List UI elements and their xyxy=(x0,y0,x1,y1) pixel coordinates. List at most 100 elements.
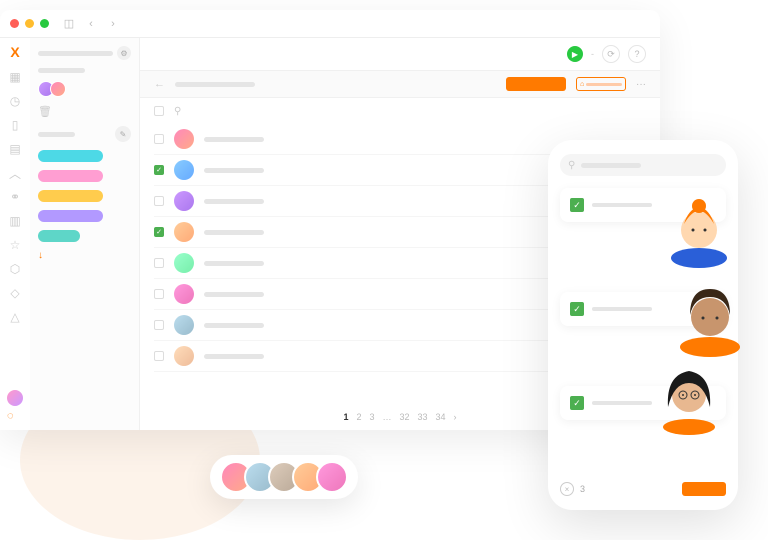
star-icon[interactable]: ☆ xyxy=(8,238,22,252)
close-icon[interactable] xyxy=(10,19,19,28)
grid-icon[interactable]: ▦ xyxy=(8,70,22,84)
avatar[interactable] xyxy=(316,461,348,493)
avatar xyxy=(174,222,194,242)
page-number[interactable]: 2 xyxy=(356,412,361,422)
checkbox[interactable] xyxy=(154,351,164,361)
chevron-up-icon[interactable]: ︿ xyxy=(8,166,22,180)
topbar: ▶ - ⟳ ? xyxy=(140,38,660,70)
person-illustration xyxy=(672,275,748,357)
avatar[interactable] xyxy=(7,390,23,406)
placeholder-text xyxy=(204,323,264,328)
person-illustration xyxy=(664,190,734,268)
avatar xyxy=(174,284,194,304)
report-icon[interactable]: ▥ xyxy=(8,214,22,228)
tag-pink[interactable] xyxy=(38,170,103,182)
placeholder-text xyxy=(38,132,75,137)
clipboard-icon[interactable]: ▯ xyxy=(8,118,22,132)
help-icon[interactable]: ? xyxy=(628,45,646,63)
pencil-icon[interactable]: ✎ xyxy=(115,126,131,142)
placeholder-text xyxy=(592,203,652,207)
lock-icon: ⌂ xyxy=(580,81,584,88)
tag-yellow[interactable] xyxy=(38,190,103,202)
add-icon[interactable]: ↓ xyxy=(38,250,131,261)
phone-search[interactable]: ⚲ xyxy=(560,154,726,176)
trash-icon[interactable]: 🗑 xyxy=(38,105,131,118)
minimize-icon[interactable] xyxy=(25,19,34,28)
avatar xyxy=(174,160,194,180)
dash-icon: - xyxy=(591,49,594,59)
play-button[interactable]: ▶ xyxy=(567,46,583,62)
rail-bottom: ◌ xyxy=(7,390,23,422)
checkbox[interactable]: ✓ xyxy=(154,165,164,175)
nav-header: ⚙ xyxy=(38,46,131,60)
avatar-bar[interactable] xyxy=(210,455,358,499)
tag-purple[interactable] xyxy=(38,210,103,222)
checkbox[interactable] xyxy=(154,320,164,330)
users-icon[interactable]: ⚭ xyxy=(8,190,22,204)
checkbox[interactable]: ✓ xyxy=(570,198,584,212)
placeholder-text xyxy=(204,199,264,204)
search-icon: ⚲ xyxy=(568,160,575,171)
forward-icon[interactable]: › xyxy=(105,16,121,32)
gear-icon[interactable]: ⚙ xyxy=(117,46,131,60)
checkbox[interactable]: ✓ xyxy=(570,302,584,316)
back-icon[interactable]: ‹ xyxy=(83,16,99,32)
page-number[interactable]: 34 xyxy=(436,412,446,422)
placeholder-text xyxy=(204,354,264,359)
selection-count: 3 xyxy=(580,484,585,494)
page-number[interactable]: … xyxy=(383,412,392,422)
nav-column: ⚙ 🗑 ✎ ↓ xyxy=(30,38,140,430)
placeholder-text xyxy=(592,401,652,405)
app-logo[interactable]: X xyxy=(10,44,19,60)
clock-icon[interactable]: ◷ xyxy=(8,94,22,108)
icon-rail: X ▦ ◷ ▯ ▤ ︿ ⚭ ▥ ☆ ⬡ ◇ △ ◌ xyxy=(0,38,30,430)
person-illustration xyxy=(654,355,724,435)
back-icon[interactable]: ← xyxy=(154,78,165,90)
shape-icon[interactable]: △ xyxy=(8,310,22,324)
subheader: ← ⌂ ··· xyxy=(140,70,660,98)
placeholder-text xyxy=(204,137,264,142)
checkbox[interactable] xyxy=(154,196,164,206)
outline-button[interactable]: ⌂ xyxy=(576,77,626,91)
placeholder-text xyxy=(592,307,652,311)
avatar xyxy=(174,253,194,273)
placeholder-text xyxy=(204,230,264,235)
phone-footer: × 3 xyxy=(560,482,726,496)
tag-teal[interactable] xyxy=(38,230,80,242)
sidebar-toggle-icon[interactable]: ◫ xyxy=(61,16,77,32)
placeholder-text xyxy=(204,292,264,297)
page-number[interactable]: 1 xyxy=(343,412,348,422)
select-all-checkbox[interactable] xyxy=(154,106,164,116)
tag-icon[interactable]: ◇ xyxy=(8,286,22,300)
next-page-icon[interactable]: › xyxy=(454,412,457,422)
checkbox[interactable]: ✓ xyxy=(154,227,164,237)
spinner-icon: ◌ xyxy=(7,410,23,422)
primary-button[interactable] xyxy=(506,77,566,91)
pin-icon[interactable]: ⬡ xyxy=(8,262,22,276)
avatar-group[interactable] xyxy=(38,81,131,97)
avatar xyxy=(174,346,194,366)
avatar xyxy=(174,129,194,149)
refresh-icon[interactable]: ⟳ xyxy=(602,45,620,63)
page-number[interactable]: 3 xyxy=(369,412,374,422)
zoom-icon[interactable] xyxy=(40,19,49,28)
search-icon[interactable]: ⚲ xyxy=(174,106,181,117)
placeholder-text xyxy=(581,163,641,168)
page-number[interactable]: 32 xyxy=(400,412,410,422)
filter-bar: ⚲ xyxy=(140,98,660,124)
placeholder-text xyxy=(204,261,264,266)
checkbox[interactable] xyxy=(154,258,164,268)
checkbox[interactable] xyxy=(154,134,164,144)
close-icon[interactable]: × xyxy=(560,482,574,496)
checkbox[interactable]: ✓ xyxy=(570,396,584,410)
avatar xyxy=(174,191,194,211)
window-titlebar: ◫ ‹ › xyxy=(0,10,660,38)
more-icon[interactable]: ··· xyxy=(636,79,646,90)
page-number[interactable]: 33 xyxy=(418,412,428,422)
placeholder-text xyxy=(204,168,264,173)
placeholder-text xyxy=(38,51,113,56)
checkbox[interactable] xyxy=(154,289,164,299)
action-button[interactable] xyxy=(682,482,726,496)
doc-icon[interactable]: ▤ xyxy=(8,142,22,156)
tag-cyan[interactable] xyxy=(38,150,103,162)
